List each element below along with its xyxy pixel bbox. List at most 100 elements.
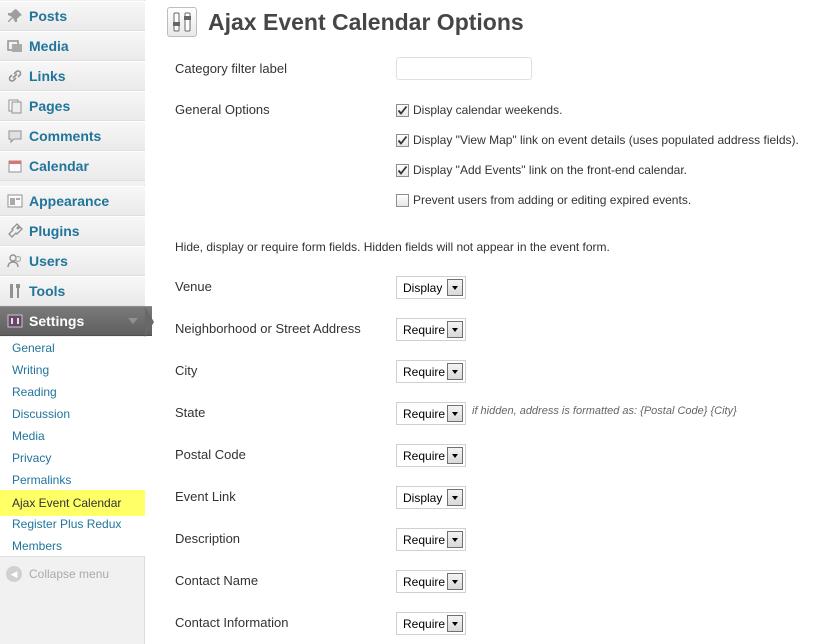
field-label-postal-code: Postal Code — [175, 447, 246, 462]
dropdown-arrow-icon — [447, 531, 463, 548]
menu-label-plugins: Plugins — [29, 223, 80, 239]
collapse-arrow-icon: ◀ — [6, 566, 22, 582]
menu-label-links: Links — [29, 68, 66, 84]
submenu-item-permalinks[interactable]: Permalinks — [0, 469, 145, 491]
menu-label-settings: Settings — [29, 313, 85, 329]
option-prevent-expired-label: Prevent users from adding or editing exp… — [413, 193, 692, 207]
users-icon — [6, 252, 24, 270]
dropdown-arrow-icon — [447, 615, 463, 632]
dropdown-arrow-icon — [447, 447, 463, 464]
select-city-value: Require — [403, 364, 446, 379]
field-label-city: City — [175, 363, 198, 378]
select-state[interactable]: Require — [396, 402, 466, 425]
menu-item-users[interactable]: Users — [0, 246, 145, 276]
general-options-label: General Options — [175, 102, 270, 117]
select-description[interactable]: Require — [396, 528, 466, 551]
select-state-value: Require — [403, 406, 446, 421]
submenu-item-discussion[interactable]: Discussion — [0, 403, 145, 425]
menu-item-settings[interactable]: Settings — [0, 306, 152, 336]
menu-item-calendar[interactable]: Calendar — [0, 151, 145, 181]
form-fields-intro: Hide, display or require form fields. Hi… — [175, 240, 610, 254]
state-hint: if hidden, address is formatted as: {Pos… — [472, 405, 737, 417]
dropdown-arrow-icon — [447, 489, 463, 506]
field-label-street-address: Neighborhood or Street Address — [175, 321, 361, 336]
pin-icon — [6, 7, 24, 25]
settings-page-icon — [167, 7, 197, 37]
link-icon — [6, 67, 24, 85]
menu-item-tools[interactable]: Tools — [0, 276, 145, 306]
dropdown-arrow-icon — [447, 279, 463, 296]
checkbox-prevent-expired[interactable] — [396, 193, 409, 207]
menu-item-posts[interactable]: Posts — [0, 1, 145, 31]
menu-label-posts: Posts — [29, 8, 68, 24]
select-venue[interactable]: Display — [396, 276, 466, 299]
select-postal-code[interactable]: Require — [396, 444, 466, 467]
select-street-address-value: Require — [403, 322, 446, 337]
menu-item-media[interactable]: Media — [0, 31, 145, 61]
submenu-item-writing[interactable]: Writing — [0, 359, 145, 381]
submenu-item-reading[interactable]: Reading — [0, 381, 145, 403]
select-postal-code-value: Require — [403, 448, 446, 463]
field-label-contact-information: Contact Information — [175, 615, 289, 630]
checkbox-view-map[interactable] — [396, 133, 409, 147]
select-contact-information-value: Require — [403, 616, 446, 631]
appearance-icon — [6, 192, 24, 210]
menu-label-media: Media — [29, 38, 69, 54]
submenu-item-general[interactable]: General — [0, 337, 145, 359]
option-view-map-label: Display "View Map" link on event details… — [413, 133, 799, 147]
field-label-description: Description — [175, 531, 241, 546]
settings-icon — [6, 312, 24, 330]
submenu-item-privacy[interactable]: Privacy — [0, 447, 145, 469]
admin-sidebar: Posts Media Links Pages Comments Calenda… — [0, 0, 154, 644]
select-city[interactable]: Require — [396, 360, 466, 383]
menu-item-appearance[interactable]: Appearance — [0, 186, 145, 216]
field-label-event-link: Event Link — [175, 489, 236, 504]
media-icon — [6, 37, 24, 55]
menu-item-pages[interactable]: Pages — [0, 91, 145, 121]
tools-icon — [6, 282, 24, 300]
comments-icon — [6, 127, 24, 145]
select-description-value: Require — [403, 532, 446, 547]
menu-label-comments: Comments — [29, 128, 102, 144]
submenu-item-members[interactable]: Members — [0, 535, 145, 557]
submenu-item-register-plus-redux[interactable]: Register Plus Redux — [0, 513, 145, 535]
select-contact-name[interactable]: Require — [396, 570, 466, 593]
field-label-venue: Venue — [175, 279, 212, 294]
plugins-icon — [6, 222, 24, 240]
dropdown-arrow-icon — [447, 363, 463, 380]
menu-label-calendar: Calendar — [29, 158, 89, 174]
option-weekends: Display calendar weekends. — [396, 103, 562, 117]
select-event-link-value: Display — [403, 490, 443, 505]
menu-item-plugins[interactable]: Plugins — [0, 216, 145, 246]
menu-label-users: Users — [29, 253, 68, 269]
category-filter-input[interactable] — [396, 57, 532, 80]
select-street-address[interactable]: Require — [396, 318, 466, 341]
checkbox-weekends[interactable] — [396, 103, 409, 117]
option-view-map: Display "View Map" link on event details… — [396, 133, 799, 147]
page-title: Ajax Event Calendar Options — [208, 9, 524, 35]
select-contact-information[interactable]: Require — [396, 612, 466, 635]
option-prevent-expired: Prevent users from adding or editing exp… — [396, 193, 691, 207]
submenu-item-media[interactable]: Media — [0, 425, 145, 447]
pages-icon — [6, 97, 24, 115]
dropdown-arrow-icon — [447, 405, 463, 422]
menu-label-pages: Pages — [29, 98, 71, 114]
field-label-contact-name: Contact Name — [175, 573, 259, 588]
checkbox-add-events[interactable] — [396, 163, 409, 177]
main-content: Ajax Event Calendar Options Category fil… — [145, 0, 832, 644]
select-venue-value: Display — [403, 280, 443, 295]
menu-item-comments[interactable]: Comments — [0, 121, 145, 151]
calendar-icon — [6, 157, 24, 175]
chevron-down-icon — [128, 318, 138, 324]
menu-separator — [0, 181, 145, 185]
menu-label-appearance: Appearance — [29, 193, 110, 209]
menu-item-links[interactable]: Links — [0, 61, 145, 91]
settings-submenu: General Writing Reading Discussion Media… — [0, 337, 145, 557]
select-contact-name-value: Require — [403, 574, 446, 589]
collapse-menu-button[interactable]: ◀ Collapse menu — [6, 566, 109, 582]
field-label-state: State — [175, 405, 206, 420]
dropdown-arrow-icon — [447, 573, 463, 590]
option-add-events-label: Display "Add Events" link on the front-e… — [413, 163, 688, 177]
select-event-link[interactable]: Display — [396, 486, 466, 509]
option-weekends-label: Display calendar weekends. — [413, 103, 563, 117]
